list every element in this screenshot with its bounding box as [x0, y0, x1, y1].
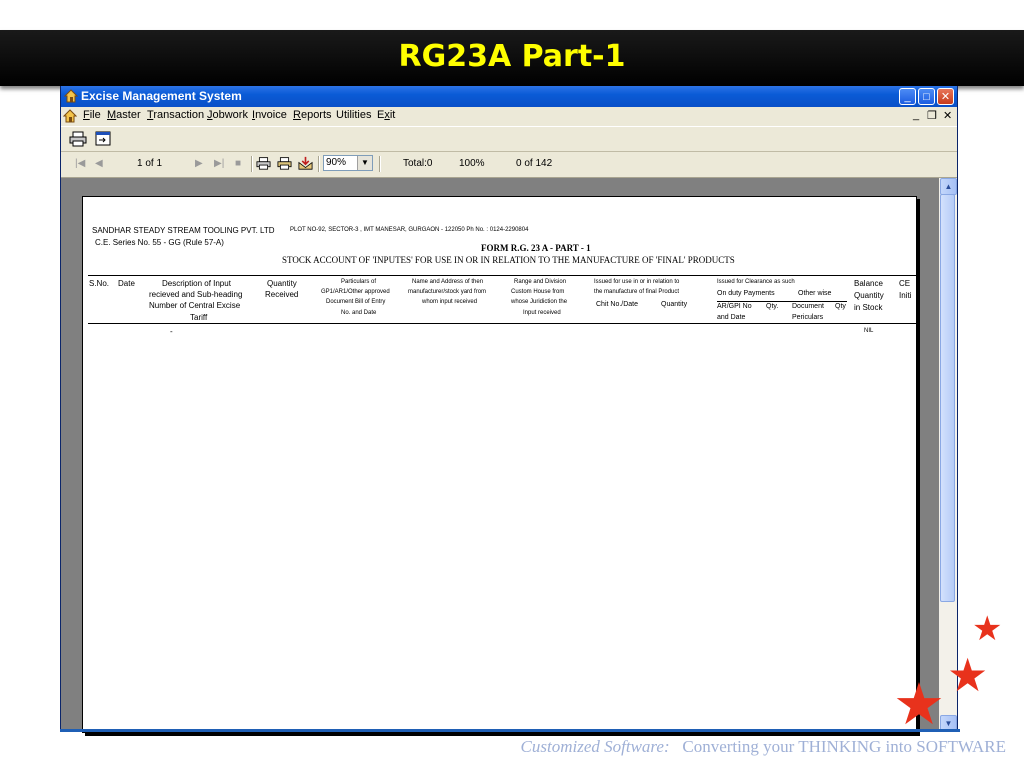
col-ce-1: CE — [899, 279, 911, 288]
col-range-2: Custom House from — [511, 289, 565, 295]
print-setup-icon[interactable] — [277, 156, 292, 170]
col-balance-3: in Stock — [854, 303, 883, 312]
zoom-select[interactable]: 90% ▼ — [323, 155, 373, 171]
col-ar-2: and Date — [717, 314, 746, 321]
header-top-rule — [88, 275, 916, 276]
menu-utilities[interactable]: Utilities — [336, 109, 371, 121]
col-chit: Chit No./Date — [596, 301, 639, 308]
menu-transaction[interactable]: Transaction — [147, 109, 204, 121]
ce-series: C.E. Series No. 55 - GG (Rule 57-A) — [95, 238, 224, 247]
printer-icon[interactable] — [69, 130, 87, 147]
col-particulars-2: GP1/AR1/Other approved — [321, 289, 390, 295]
clearance-rule — [717, 301, 847, 302]
col-balance-2: Quantity — [854, 291, 884, 300]
col-duty-payments: On duty Payments — [717, 290, 775, 297]
col-doc-2: Periculars — [792, 314, 824, 321]
mdi-close-button[interactable]: ✕ — [943, 109, 952, 122]
col-desc-1: Description of Input — [162, 279, 231, 288]
menu-bar: File Master Transaction Jobwork Invoice … — [61, 107, 957, 125]
report-page: SANDHAR STEADY STREAM TOOLING PVT. LTD P… — [82, 196, 917, 733]
col-particulars-3: Document Bill of Entry — [326, 299, 386, 305]
col-issued-use-2: the manufacture of final Product — [594, 289, 680, 295]
toolbar-separator — [379, 156, 381, 172]
page-indicator: 1 of 1 — [137, 158, 163, 169]
scroll-thumb[interactable] — [940, 194, 955, 602]
app-menu-icon[interactable] — [63, 109, 77, 123]
col-qty3: Qty — [835, 303, 846, 310]
minimize-button[interactable]: _ — [899, 88, 916, 105]
row-dot: - — [170, 327, 173, 336]
scroll-up-button[interactable]: ▲ — [940, 178, 957, 195]
col-name-2: manufacturer/stock yard from — [408, 289, 487, 295]
star-icon: ★ — [947, 649, 989, 701]
first-page-button[interactable]: |◀ — [75, 158, 85, 169]
footer-italic: Customized Software — [520, 737, 664, 756]
col-particulars-1: Particulars of — [341, 279, 377, 285]
col-issued-use-1: Issued for use in or in relation to — [594, 279, 680, 285]
form-title: FORM R.G. 23 A - PART - 1 — [481, 243, 591, 253]
toolbar-separator — [251, 156, 253, 172]
close-button[interactable]: ✕ — [937, 88, 954, 105]
col-balance-1: Balance — [854, 279, 883, 288]
stop-button[interactable]: ■ — [235, 158, 241, 169]
export-report-icon[interactable] — [298, 156, 313, 170]
mdi-restore-button[interactable]: ❐ — [927, 109, 937, 122]
footer-rule — [60, 729, 960, 732]
star-icon: ★ — [972, 610, 1003, 648]
window-title: Excise Management System — [81, 89, 242, 103]
prev-page-button[interactable]: ◀ — [95, 158, 103, 169]
col-desc-4: Tariff — [190, 313, 208, 322]
slide-banner: RG23A Part-1 — [0, 30, 1024, 86]
record-indicator: 0 of 142 — [516, 158, 553, 169]
slide-footer: Customized Software: Converting your THI… — [520, 737, 1006, 756]
slide-title: RG23A Part-1 — [398, 39, 626, 74]
next-page-button[interactable]: ▶ — [195, 158, 203, 169]
report-viewer-toolbar: |◀ ◀ 1 of 1 ▶ ▶| ■ 90% ▼ Total:0 100% 0 … — [61, 151, 957, 178]
main-toolbar — [61, 126, 957, 152]
col-issued-clear: Issued for Clearance as such — [717, 279, 795, 285]
company-name: SANDHAR STEADY STREAM TOOLING PVT. LTD — [92, 226, 275, 235]
row-balance-nil: NIL — [864, 328, 874, 334]
report-subtitle: STOCK ACCOUNT OF 'INPUTES' FOR USE IN OR… — [282, 255, 735, 265]
col-name-3: whom input received — [422, 299, 478, 305]
menu-file[interactable]: File — [83, 109, 101, 121]
col-range-1: Range and Division — [514, 279, 567, 285]
star-icon: ★ — [893, 672, 945, 737]
export-icon[interactable] — [94, 130, 112, 147]
app-icon — [64, 89, 78, 103]
col-name-1: Name and Address of then — [412, 279, 484, 285]
col-range-3: whose Juridiction the — [511, 299, 568, 305]
col-qty-1: Quantity — [267, 279, 297, 288]
total-count: Total:0 — [403, 158, 433, 169]
menu-reports[interactable]: Reports — [293, 109, 332, 121]
menu-invoice[interactable]: Invoice — [252, 109, 287, 121]
col-qty2: Qty. — [766, 303, 779, 310]
footer-tagline: Converting your THINKING into SOFTWARE — [682, 737, 1006, 756]
menu-exit[interactable]: Exit — [377, 109, 395, 121]
title-bar[interactable]: Excise Management System _ □ ✕ — [61, 86, 957, 107]
col-particulars-4: No. and Date — [341, 310, 377, 316]
chevron-down-icon[interactable]: ▼ — [357, 156, 372, 170]
col-ar-1: AR/GPI No — [717, 303, 752, 310]
print-report-icon[interactable] — [256, 156, 271, 170]
col-range-4: Input received — [523, 310, 561, 316]
header-bottom-rule — [88, 323, 916, 324]
col-desc-3: Number of Central Excise — [149, 301, 241, 310]
last-page-button[interactable]: ▶| — [214, 158, 224, 169]
col-ce-2: Initi — [899, 291, 912, 300]
col-sno: S.No. — [89, 279, 110, 288]
col-date: Date — [118, 279, 135, 288]
percent-indicator: 100% — [459, 158, 485, 169]
toolbar-separator — [318, 156, 320, 172]
maximize-button[interactable]: □ — [918, 88, 935, 105]
col-doc-1: Document — [792, 303, 824, 310]
menu-jobwork[interactable]: Jobwork — [207, 109, 248, 121]
col-otherwise: Other wise — [798, 290, 832, 297]
company-address: PLOT NO-92, SECTOR-3 , IMT MANESAR, GURG… — [290, 227, 529, 233]
col-quantity: Quantity — [661, 301, 688, 308]
col-qty-2: Received — [265, 290, 299, 299]
col-desc-2: recieved and Sub-heading — [149, 290, 243, 299]
menu-master[interactable]: Master — [107, 109, 141, 121]
mdi-minimize-button[interactable]: _ — [913, 109, 919, 121]
